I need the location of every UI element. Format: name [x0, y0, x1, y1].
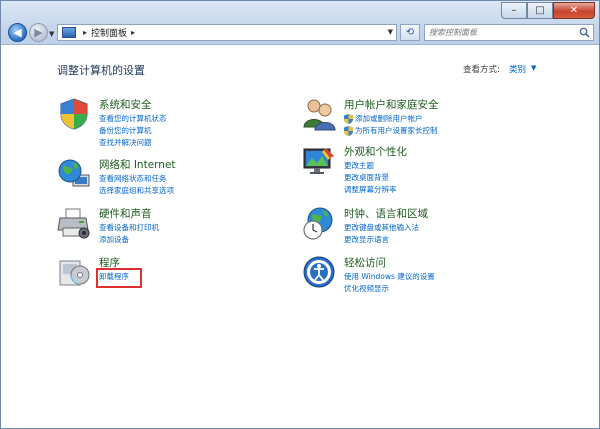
- link-add-remove-users[interactable]: 添加或删除用户帐户: [344, 113, 423, 124]
- search-box[interactable]: [424, 24, 594, 41]
- category-title-hardware-sound[interactable]: 硬件和声音: [99, 206, 152, 221]
- link-optimize-video-display[interactable]: 优化视频显示: [344, 283, 389, 294]
- forward-button[interactable]: ▶: [29, 23, 48, 42]
- maximize-button[interactable]: □: [527, 2, 553, 19]
- arrow-left-icon: ◀: [13, 26, 22, 39]
- category-title-network-internet[interactable]: 网络和 Internet: [99, 157, 176, 172]
- link-adjust-resolution[interactable]: 调整屏幕分辨率: [344, 184, 397, 195]
- link-backup-computer[interactable]: 备份您的计算机: [99, 125, 152, 136]
- refresh-icon: ⟲: [405, 27, 415, 38]
- link-parental-controls[interactable]: 为所有用户设置家长控制: [344, 125, 438, 136]
- uac-shield-icon: [344, 113, 353, 124]
- link-change-input-method[interactable]: 更改键盘或其他输入法: [344, 222, 419, 233]
- refresh-button[interactable]: ⟲: [400, 24, 420, 41]
- category-title-system-security[interactable]: 系统和安全: [99, 97, 152, 112]
- link-view-devices-printers[interactable]: 查看设备和打印机: [99, 222, 159, 233]
- back-button[interactable]: ◀: [8, 23, 27, 42]
- view-by-label: 查看方式:: [463, 65, 500, 75]
- link-add-remove-users-label: 添加或删除用户帐户: [355, 114, 423, 123]
- ease-of-access-icon[interactable]: [302, 255, 336, 289]
- category-title-user-accounts[interactable]: 用户帐户和家庭安全: [344, 97, 439, 112]
- system-security-icon[interactable]: [57, 97, 91, 131]
- chevron-down-icon[interactable]: ▼: [531, 64, 536, 72]
- link-change-desktop-background[interactable]: 更改桌面背景: [344, 172, 389, 183]
- link-add-device[interactable]: 添加设备: [99, 234, 129, 245]
- control-panel-window: – □ ✕ ◀ ▶ ▼ ▸ 控制面板 ▸ ▼ ⟲ 调: [0, 0, 600, 429]
- category-title-clock-language[interactable]: 时钟、语言和区域: [344, 206, 428, 221]
- search-input[interactable]: [425, 25, 571, 40]
- network-globe-icon[interactable]: [57, 157, 91, 191]
- content-pane: 调整计算机的设置 查看方式: 类别 ▼ 系统和安全 查看您的计算机状态 备份您的…: [1, 46, 599, 428]
- link-parental-controls-label: 为所有用户设置家长控制: [355, 126, 438, 135]
- search-icon[interactable]: [579, 27, 590, 38]
- uac-shield-icon: [344, 125, 353, 136]
- page-title: 调整计算机的设置: [57, 64, 145, 77]
- programs-icon[interactable]: [57, 255, 91, 289]
- breadcrumb-separator-icon[interactable]: ▸: [83, 28, 87, 37]
- minimize-button[interactable]: –: [501, 2, 527, 19]
- link-homegroup-sharing[interactable]: 选择家庭组和共享选项: [99, 185, 174, 196]
- users-icon[interactable]: [302, 97, 336, 131]
- address-bar[interactable]: ▸ 控制面板 ▸ ▼: [57, 24, 397, 41]
- view-by-dropdown[interactable]: 类别: [509, 63, 526, 75]
- link-view-computer-status[interactable]: 查看您的计算机状态: [99, 113, 167, 124]
- category-title-ease-of-access[interactable]: 轻松访问: [344, 255, 386, 270]
- printer-icon[interactable]: [57, 206, 91, 240]
- link-find-fix-problems[interactable]: 查找并解决问题: [99, 137, 152, 148]
- breadcrumb-separator-icon[interactable]: ▸: [131, 28, 135, 37]
- breadcrumb-control-panel[interactable]: 控制面板: [91, 26, 127, 39]
- category-title-appearance[interactable]: 外观和个性化: [344, 144, 407, 159]
- recent-pages-dropdown[interactable]: ▼: [49, 30, 56, 38]
- address-dropdown-icon[interactable]: ▼: [388, 28, 393, 36]
- title-bar: – □ ✕ ◀ ▶ ▼ ▸ 控制面板 ▸ ▼ ⟲: [1, 1, 599, 45]
- caption-buttons: – □ ✕: [501, 2, 595, 19]
- link-change-theme[interactable]: 更改主题: [344, 160, 374, 171]
- close-button[interactable]: ✕: [553, 2, 595, 19]
- clock-globe-icon[interactable]: [302, 206, 336, 240]
- link-change-display-language[interactable]: 更改显示语言: [344, 234, 389, 245]
- link-windows-suggested-settings[interactable]: 使用 Windows 建议的设置: [344, 271, 435, 282]
- arrow-right-icon: ▶: [34, 26, 43, 39]
- link-view-network-status[interactable]: 查看网络状态和任务: [99, 173, 167, 184]
- control-panel-icon: [62, 27, 76, 38]
- appearance-monitor-icon[interactable]: [302, 144, 336, 178]
- uninstall-highlight-box: [96, 268, 142, 288]
